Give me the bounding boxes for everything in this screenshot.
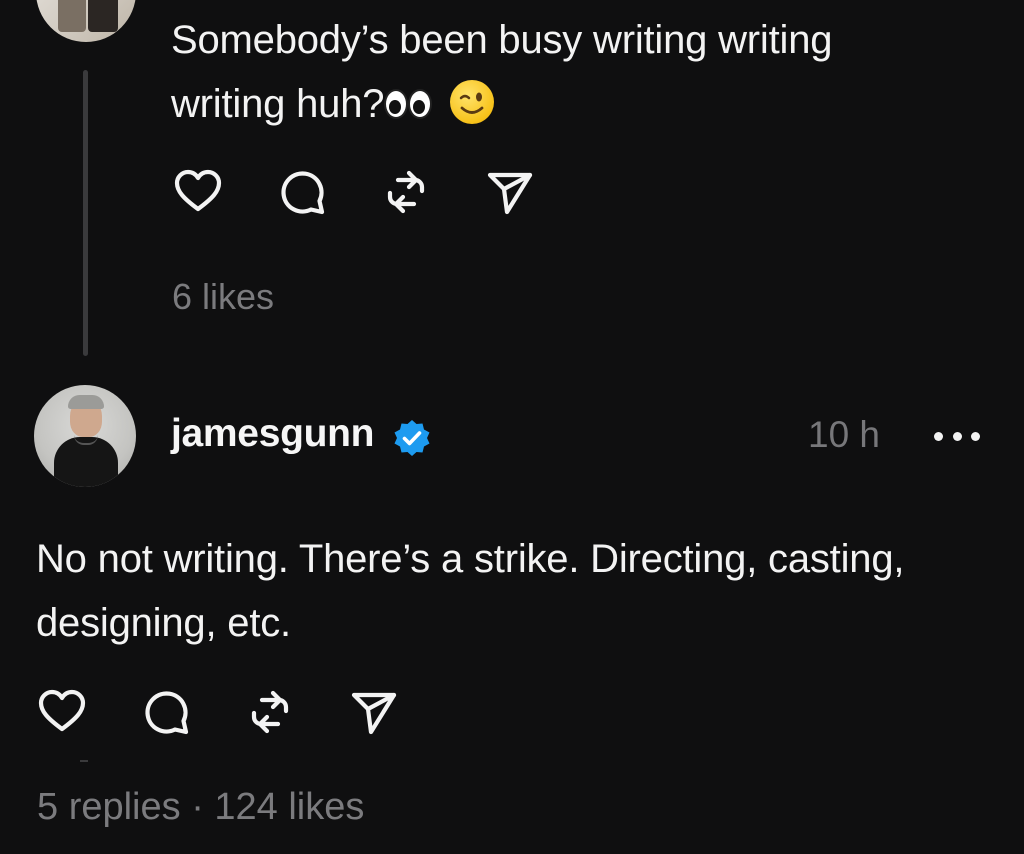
more-icon[interactable] <box>934 432 980 444</box>
parent-likes-count[interactable]: 6 likes <box>172 276 274 318</box>
divider-tick <box>80 760 88 762</box>
repost-button[interactable] <box>380 166 432 218</box>
timestamp: 10 h <box>808 414 881 455</box>
parent-post-text: Somebody’s been busy writing writing wri… <box>171 8 931 136</box>
parent-post-body: Somebody’s been busy writing writing wri… <box>171 18 833 126</box>
like-button[interactable] <box>172 166 224 218</box>
repost-icon <box>387 170 425 214</box>
comment-button[interactable] <box>276 166 328 218</box>
parent-action-bar <box>172 166 588 218</box>
thread-line <box>83 70 88 356</box>
repost-button[interactable] <box>244 686 296 738</box>
share-icon <box>487 172 533 215</box>
reply-action-bar <box>36 686 452 738</box>
comment-icon <box>281 171 325 215</box>
heart-icon <box>38 689 86 732</box>
parent-avatar[interactable] <box>36 0 136 42</box>
heart-icon <box>174 169 222 212</box>
reply-text: No not writing. There’s a strike. Direct… <box>36 537 905 645</box>
reply-avatar[interactable] <box>34 385 136 487</box>
share-button[interactable] <box>348 686 400 738</box>
winking-face-emoji <box>450 80 495 124</box>
username[interactable]: jamesgunn <box>171 412 374 456</box>
share-button[interactable] <box>484 166 536 218</box>
repost-icon <box>251 690 289 734</box>
reply-stats[interactable]: 5 replies · 124 likes <box>37 786 364 829</box>
share-icon <box>351 692 397 735</box>
threads-conversation: Somebody’s been busy writing writing wri… <box>0 0 1024 854</box>
comment-icon <box>145 691 189 735</box>
eyes-emoji <box>384 87 436 121</box>
verified-badge-icon <box>394 420 430 456</box>
comment-button[interactable] <box>140 686 192 738</box>
like-button[interactable] <box>36 686 88 738</box>
